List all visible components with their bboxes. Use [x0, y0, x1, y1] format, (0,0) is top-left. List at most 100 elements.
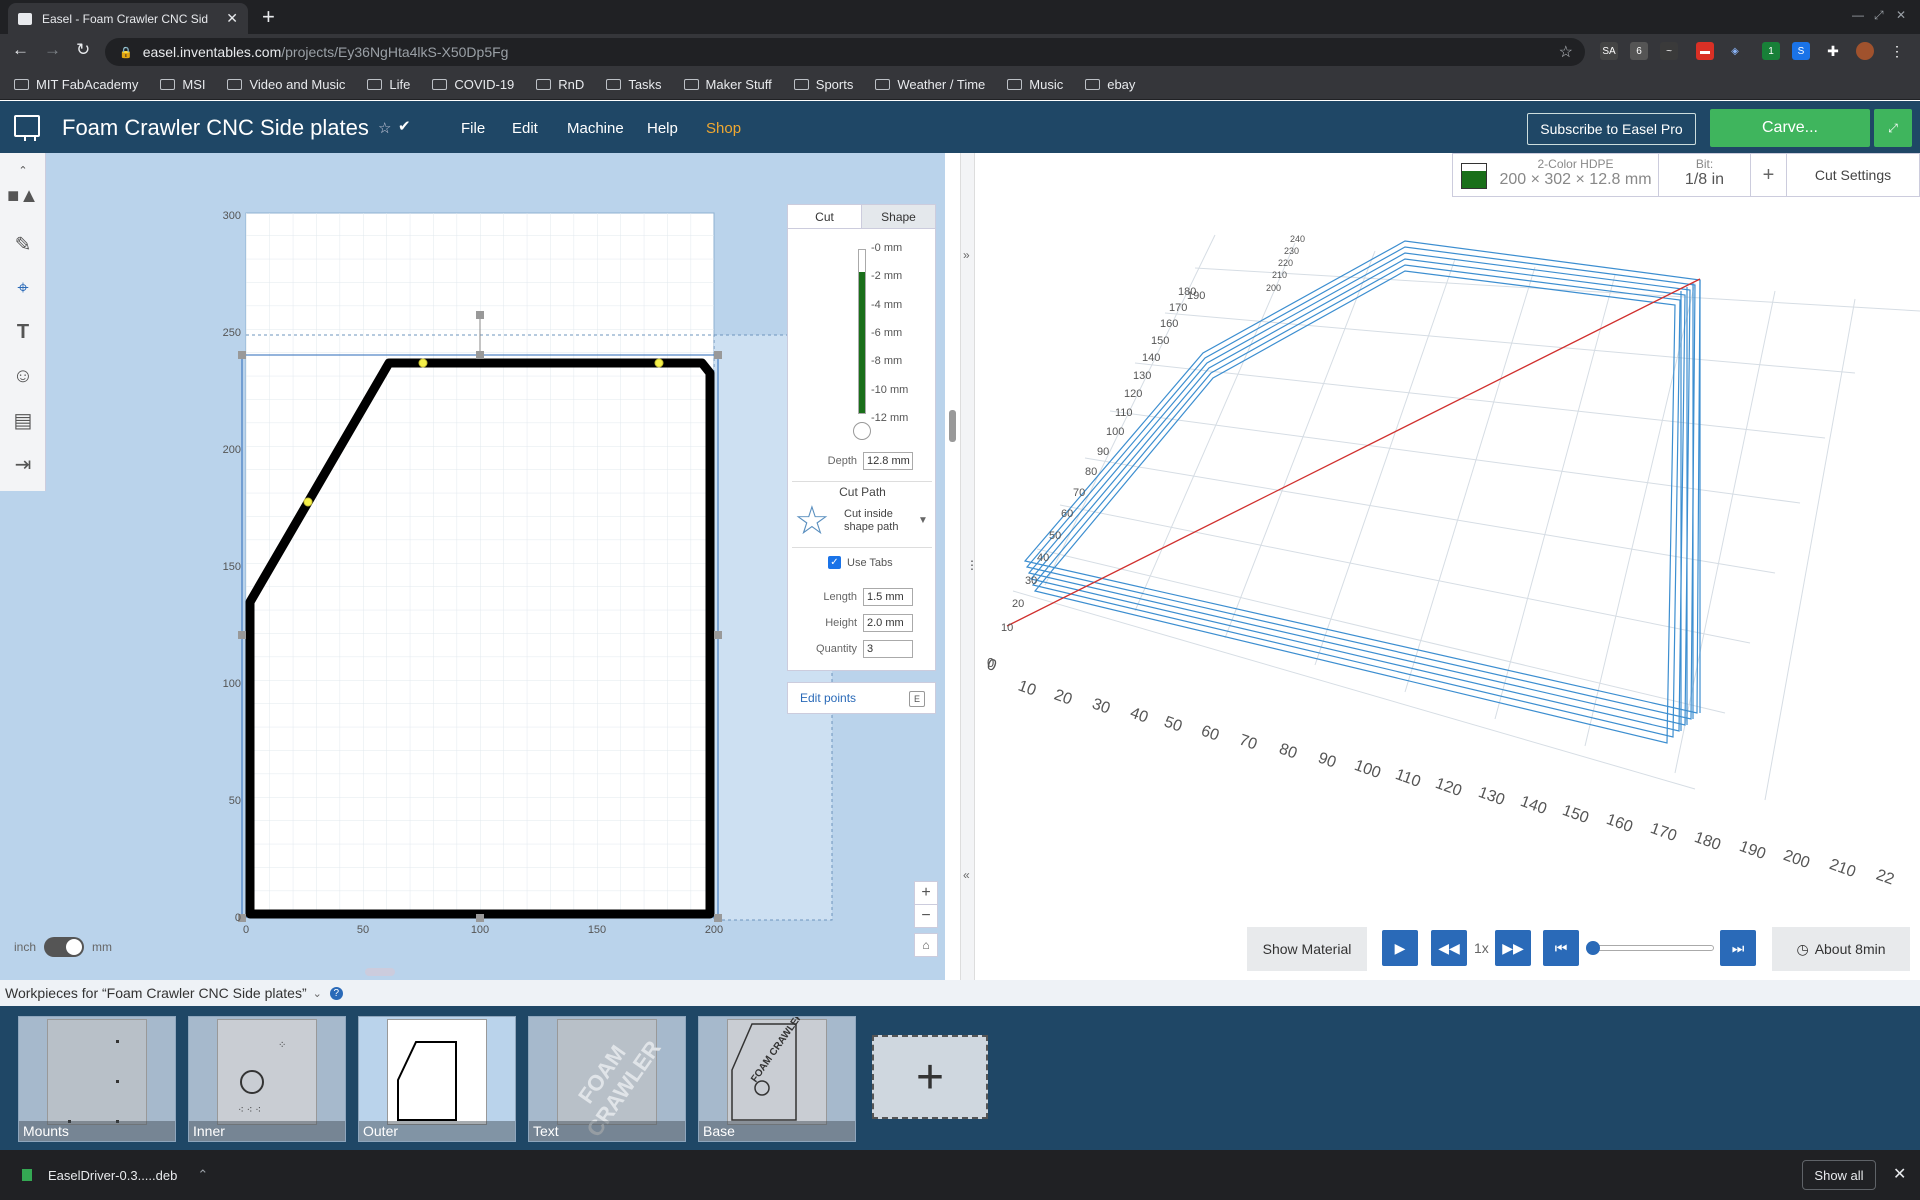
zoom-out-icon[interactable]: −: [914, 904, 938, 928]
bookmark-folder[interactable]: Video and Music: [227, 77, 345, 92]
tab-shape[interactable]: Shape: [861, 205, 935, 228]
workpieces-header[interactable]: Workpieces for “Foam Crawler CNC Side pl…: [0, 980, 1920, 1006]
minimize-icon[interactable]: —: [1852, 8, 1864, 22]
bookmark-folder[interactable]: Maker Stuff: [683, 77, 772, 92]
expand-right-icon[interactable]: »: [963, 248, 970, 262]
add-workpiece-button[interactable]: +: [872, 1035, 988, 1119]
red-extension-icon[interactable]: ▬: [1696, 42, 1714, 60]
menu-file[interactable]: File: [461, 120, 485, 137]
depth-slider-handle[interactable]: [853, 422, 871, 440]
material-info[interactable]: 2-Color HDPE 200 × 302 × 12.8 mm: [1493, 154, 1658, 196]
reload-icon[interactable]: ↻: [76, 40, 90, 60]
bookmark-folder[interactable]: MIT FabAcademy: [14, 77, 138, 92]
bookmark-folder[interactable]: Sports: [793, 77, 853, 92]
rewind-icon[interactable]: ◀◀: [1431, 930, 1467, 966]
tab-cut[interactable]: Cut: [788, 205, 861, 228]
layers-extension-icon[interactable]: ◈: [1726, 42, 1744, 60]
cut-path-select[interactable]: Cut inside shape path: [844, 508, 898, 534]
rotate-handle[interactable]: [476, 311, 484, 319]
bookmark-folder[interactable]: MSI: [160, 77, 205, 92]
3d-preview[interactable]: [975, 153, 1920, 980]
toolpath-preview-svg[interactable]: [975, 153, 1920, 980]
bookmark-folder[interactable]: Tasks: [606, 77, 662, 92]
workpiece-card[interactable]: Mounts: [18, 1016, 176, 1142]
toolpath-lines: [1023, 240, 1701, 744]
skip-to-end-icon[interactable]: ⏭: [1720, 930, 1756, 966]
bookmark-folder[interactable]: Weather / Time: [875, 77, 985, 92]
extension-badge-icon[interactable]: 6: [1630, 42, 1648, 60]
use-tabs-row[interactable]: ✓ Use Tabs: [828, 556, 893, 569]
close-window-icon[interactable]: ✕: [1896, 8, 1906, 22]
subscribe-pro-button[interactable]: Subscribe to Easel Pro: [1527, 113, 1696, 145]
extension-icon[interactable]: ~: [1660, 42, 1678, 60]
help-icon[interactable]: ?: [329, 986, 343, 1000]
bookmark-folder[interactable]: COVID-19: [432, 77, 514, 92]
menu-shop[interactable]: Shop: [706, 120, 741, 137]
profile-avatar[interactable]: [1856, 42, 1874, 60]
zoom-in-icon[interactable]: +: [914, 881, 938, 905]
fullscreen-icon[interactable]: ⤢: [1874, 109, 1912, 147]
cut-settings-button[interactable]: Cut Settings: [1786, 154, 1919, 196]
puzzle-extensions-icon[interactable]: ✚: [1824, 42, 1842, 60]
menu-edit[interactable]: Edit: [512, 120, 538, 137]
close-tab-icon[interactable]: ✕: [226, 10, 238, 27]
speed-label[interactable]: 1x: [1474, 940, 1489, 956]
project-title[interactable]: Foam Crawler CNC Side plates: [62, 115, 369, 141]
length-input[interactable]: [863, 588, 913, 606]
menu-machine[interactable]: Machine: [567, 120, 624, 137]
workpiece-card-selected[interactable]: Outer: [358, 1016, 516, 1142]
depth-gauge[interactable]: [858, 249, 866, 414]
chevron-up-icon[interactable]: ⌃: [197, 1167, 208, 1183]
s-extension-icon[interactable]: S: [1792, 42, 1810, 60]
favorite-star-icon[interactable]: ☆: [378, 119, 391, 137]
vertical-scrollbar[interactable]: [949, 410, 956, 442]
close-icon[interactable]: ✕: [1893, 1164, 1906, 1184]
height-input[interactable]: [863, 614, 913, 632]
unit-toggle[interactable]: inch mm: [14, 937, 112, 957]
bit-selector[interactable]: Bit: 1/8 in: [1658, 154, 1750, 196]
bookmark-star-icon[interactable]: ☆: [1559, 42, 1573, 62]
browser-tab[interactable]: Easel - Foam Crawler CNC Sid ✕: [8, 3, 248, 34]
time-estimate-button[interactable]: ◷ About 8min: [1772, 927, 1910, 971]
bookmark-folder[interactable]: ebay: [1085, 77, 1135, 92]
quantity-input[interactable]: [863, 640, 913, 658]
kebab-menu-icon[interactable]: ⋮: [1888, 42, 1906, 60]
unit-switch[interactable]: [44, 937, 85, 957]
sa-extension-icon[interactable]: SA: [1600, 42, 1618, 60]
expand-left-icon[interactable]: «: [963, 868, 970, 882]
home-icon[interactable]: ⌂: [914, 933, 938, 957]
show-material-button[interactable]: Show Material: [1247, 927, 1367, 971]
forward-icon[interactable]: →: [44, 40, 61, 60]
star-cutpath-icon[interactable]: ☆: [794, 501, 830, 541]
easel-logo-icon[interactable]: [14, 115, 40, 141]
chevron-down-icon[interactable]: ⌄: [313, 987, 322, 1000]
horizontal-scrollbar[interactable]: [365, 968, 395, 976]
carve-button[interactable]: Carve...: [1710, 109, 1870, 147]
download-item[interactable]: EaselDriver-0.3.....deb ⌃: [22, 1167, 208, 1183]
fast-forward-icon[interactable]: ▶▶: [1495, 930, 1531, 966]
use-tabs-checkbox[interactable]: ✓: [828, 556, 841, 569]
dropdown-arrow-icon[interactable]: ▼: [918, 515, 928, 526]
back-icon[interactable]: ←: [12, 40, 29, 60]
new-tab-icon[interactable]: +: [262, 4, 275, 30]
edit-points-button[interactable]: Edit points E: [787, 682, 936, 714]
add-bit-button[interactable]: +: [1750, 154, 1786, 196]
show-all-button[interactable]: Show all: [1802, 1160, 1876, 1190]
workpiece-card[interactable]: ⁘ ⁖ ⁖ ⁖ Inner: [188, 1016, 346, 1142]
playback-slider-knob[interactable]: [1586, 941, 1600, 955]
workpiece-card[interactable]: FOAM CRAWLER Text: [528, 1016, 686, 1142]
shield-extension-icon[interactable]: 1: [1762, 42, 1780, 60]
bookmark-folder[interactable]: Music: [1007, 77, 1063, 92]
depth-input[interactable]: [863, 452, 913, 470]
address-bar[interactable]: 🔒 easel.inventables.com/projects/Ey36NgH…: [105, 38, 1585, 66]
skip-to-start-icon[interactable]: ⏮: [1543, 930, 1579, 966]
panel-divider[interactable]: » ⋮ «: [960, 153, 978, 980]
workpiece-card[interactable]: FOAM CRAWLER Base: [698, 1016, 856, 1142]
bookmark-folder[interactable]: RnD: [536, 77, 584, 92]
bookmark-folder[interactable]: Life: [367, 77, 410, 92]
material-swatch[interactable]: [1461, 163, 1487, 189]
play-icon[interactable]: ▶: [1382, 930, 1418, 966]
playback-slider[interactable]: [1590, 945, 1714, 951]
maximize-icon[interactable]: ⤢: [1874, 8, 1884, 23]
menu-help[interactable]: Help: [647, 120, 678, 137]
